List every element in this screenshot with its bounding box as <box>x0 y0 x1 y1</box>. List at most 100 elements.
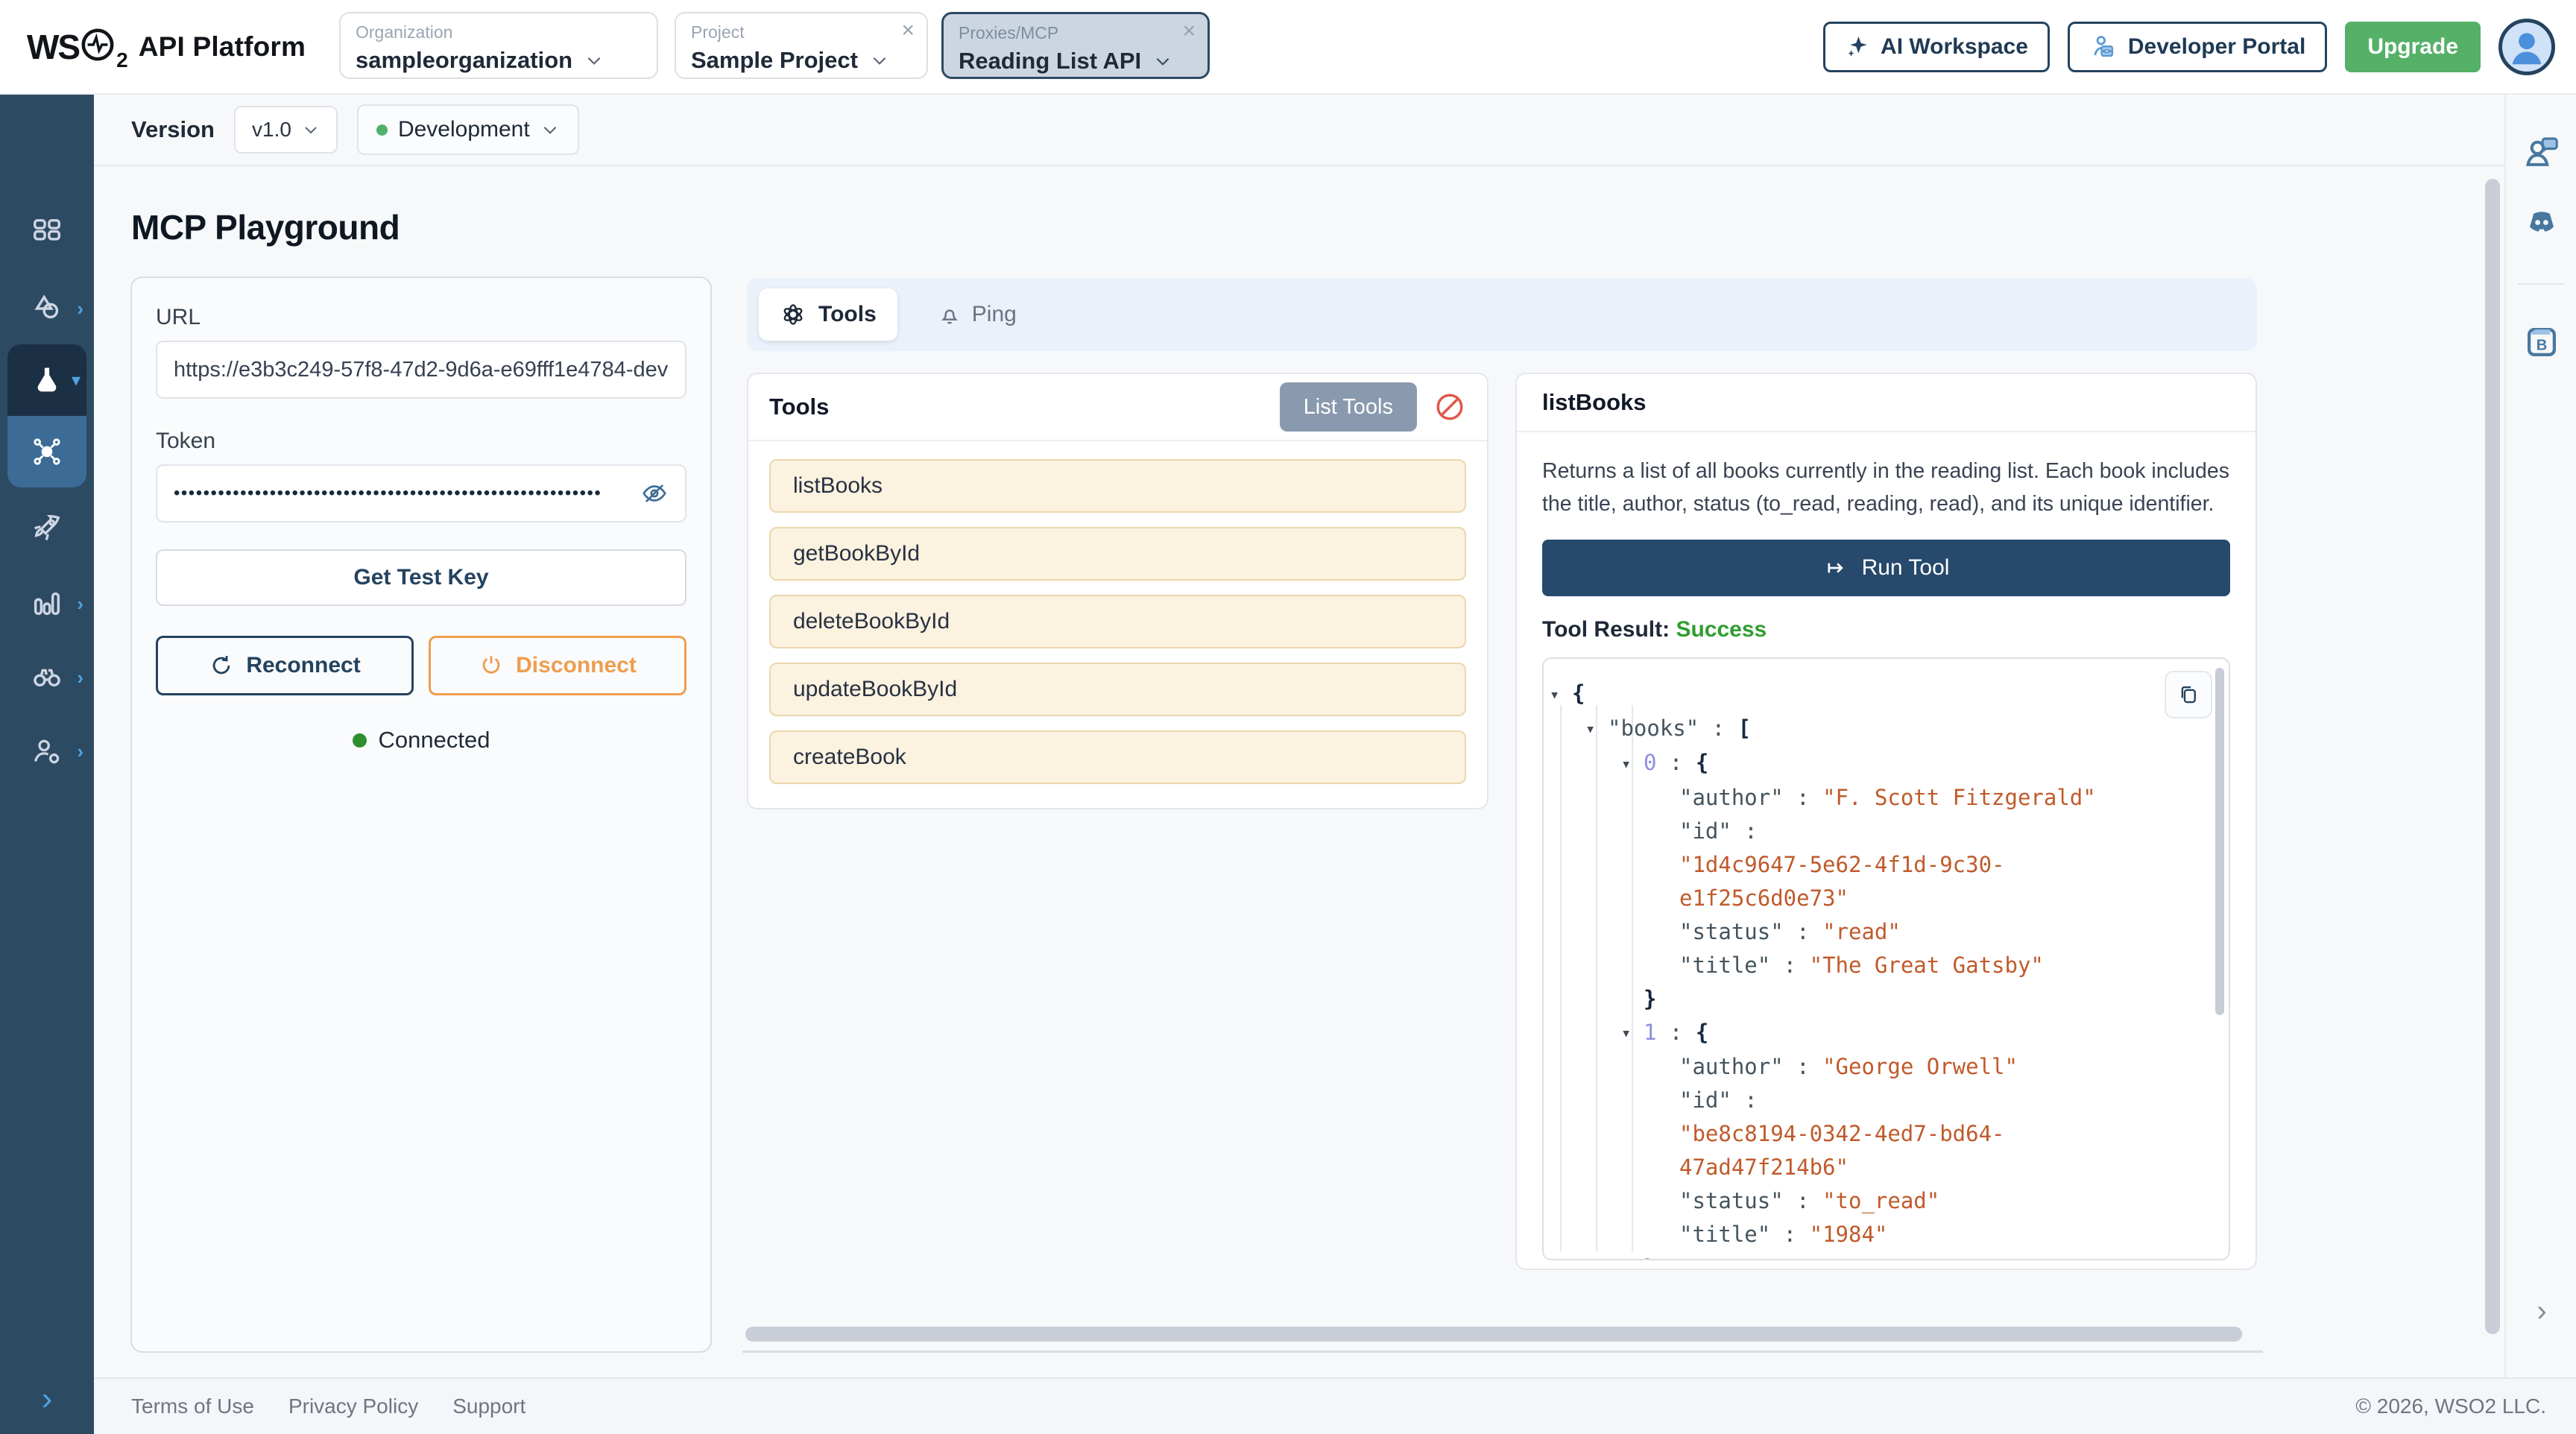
user-icon <box>2504 24 2550 70</box>
wso2-logo: WS 2 API Platform <box>27 0 306 93</box>
user-settings-icon <box>30 734 64 768</box>
sidebar-group-test: ▾ <box>7 344 86 487</box>
docs-b-icon: B <box>2522 322 2562 362</box>
feedback-button[interactable] <box>2506 132 2576 172</box>
disconnect-button[interactable]: Disconnect <box>429 636 686 695</box>
collapse-toggle-icon[interactable]: ▾ <box>1621 1017 1644 1050</box>
discord-button[interactable] <box>2506 203 2576 243</box>
chevron-right-icon: › <box>77 740 83 763</box>
environment-select[interactable]: Development <box>357 104 579 155</box>
sidebar-item-dashboard[interactable] <box>0 214 94 251</box>
project-label: Project <box>691 22 912 42</box>
clear-project-icon[interactable]: × <box>901 19 915 42</box>
chevron-down-icon: ▾ <box>72 370 80 391</box>
tools-knot-icon <box>780 301 806 328</box>
organization-value: sampleorganization <box>356 47 572 74</box>
tool-detail-title: listBooks <box>1517 374 2255 432</box>
json-tree: ▾{▾"books" : [▾0 : {"author" : "F. Scott… <box>1544 659 2229 1260</box>
collapse-toggle-icon[interactable]: ▾ <box>1550 678 1572 712</box>
left-sidebar: › ▾ › › › › <box>0 95 94 1434</box>
grid-icon <box>30 215 64 250</box>
sidebar-item-design[interactable]: › <box>0 290 94 327</box>
environment-value: Development <box>398 117 530 142</box>
ai-workspace-button[interactable]: AI Workspace <box>1823 22 2050 72</box>
copy-json-button[interactable] <box>2165 671 2212 718</box>
json-line: "id" : <box>1550 1084 2229 1117</box>
json-line: } <box>1550 1251 2229 1260</box>
svg-text:B: B <box>2536 337 2548 353</box>
eye-off-icon[interactable] <box>640 479 669 508</box>
list-tools-button[interactable]: List Tools <box>1280 382 1417 432</box>
json-line: ▾{ <box>1550 677 2229 712</box>
tab-tools[interactable]: Tools <box>759 288 897 341</box>
logo-product-name: API Platform <box>139 31 306 63</box>
binoculars-icon <box>30 660 64 695</box>
rail-divider <box>2518 283 2564 285</box>
proxy-label: Proxies/MCP <box>959 23 1193 43</box>
tools-panel-title: Tools <box>769 394 829 420</box>
clear-proxy-icon[interactable]: × <box>1182 20 1196 42</box>
cancel-slash-icon[interactable] <box>1433 391 1466 423</box>
tool-item[interactable]: updateBookById <box>769 663 1466 716</box>
proxy-mcp-selector[interactable]: × Proxies/MCP Reading List API <box>941 12 1210 79</box>
upgrade-button[interactable]: Upgrade <box>2345 22 2481 72</box>
json-line: e1f25c6d0e73" <box>1550 882 2229 915</box>
page-scrollbar[interactable] <box>2485 179 2500 1334</box>
docs-button[interactable]: B <box>2506 322 2576 362</box>
sidebar-item-mcp-playground[interactable] <box>7 416 86 487</box>
chevron-right-icon: › <box>77 666 83 689</box>
sidebar-item-deploy[interactable] <box>0 509 94 546</box>
page-title: MCP Playground <box>131 207 400 247</box>
token-input[interactable]: ••••••••••••••••••••••••••••••••••••••••… <box>156 464 686 522</box>
sidebar-item-test[interactable]: ▾ <box>7 344 86 416</box>
sidebar-item-discover[interactable]: › <box>0 659 94 696</box>
project-selector[interactable]: × Project Sample Project <box>675 12 928 79</box>
tool-item[interactable]: listBooks <box>769 459 1466 513</box>
json-line: "1d4c9647-5e62-4f1d-9c30- <box>1550 848 2229 882</box>
json-line: ▾1 : { <box>1550 1016 2229 1051</box>
run-arrow-icon <box>1823 555 1849 581</box>
collapse-toggle-icon[interactable]: ▾ <box>1585 713 1608 746</box>
organization-selector[interactable]: Organization sampleorganization <box>339 12 658 79</box>
footer: Terms of Use Privacy Policy Support © 20… <box>94 1377 2576 1434</box>
get-test-key-label: Get Test Key <box>353 565 488 590</box>
get-test-key-button[interactable]: Get Test Key <box>156 549 686 606</box>
url-input[interactable]: https://e3b3c249-57f8-47d2-9d6a-e69fff1e… <box>156 341 686 399</box>
run-tool-button[interactable]: Run Tool <box>1542 540 2230 596</box>
user-avatar[interactable] <box>2498 19 2555 75</box>
tool-item[interactable]: getBookById <box>769 527 1466 581</box>
disconnect-label: Disconnect <box>516 653 637 678</box>
footer-link-terms[interactable]: Terms of Use <box>131 1394 254 1418</box>
footer-link-support[interactable]: Support <box>452 1394 525 1418</box>
logo-pulse-icon <box>80 28 115 66</box>
tool-result-row: Tool Result: Success <box>1542 617 2230 642</box>
chevron-down-icon <box>540 120 560 139</box>
organization-label: Organization <box>356 22 642 42</box>
footer-link-privacy[interactable]: Privacy Policy <box>288 1394 418 1418</box>
horizontal-scrollbar[interactable] <box>745 1327 2242 1342</box>
proxy-value: Reading List API <box>959 48 1141 75</box>
top-bar: WS 2 API Platform Organization sampleorg… <box>0 0 2576 95</box>
json-line: } <box>1550 982 2229 1016</box>
connected-status-dot <box>353 733 367 748</box>
tool-item[interactable]: createBook <box>769 730 1466 784</box>
developer-portal-label: Developer Portal <box>2128 34 2305 60</box>
version-select[interactable]: v1.0 <box>234 106 338 154</box>
connection-panel: URL https://e3b3c249-57f8-47d2-9d6a-e69f… <box>130 277 712 1353</box>
json-line: ▾0 : { <box>1550 746 2229 781</box>
tools-panel: Tools List Tools listBooks getBookById del… <box>747 373 1489 809</box>
tab-ping[interactable]: Ping <box>930 302 1024 327</box>
reconnect-button[interactable]: Reconnect <box>156 636 414 695</box>
sidebar-item-admin[interactable]: › <box>0 733 94 770</box>
logo-subscript: 2 <box>116 48 128 72</box>
sidebar-expand-button[interactable]: › <box>0 1380 94 1418</box>
json-line: "be8c8194-0342-4ed7-bd64- <box>1550 1117 2229 1151</box>
tool-item[interactable]: deleteBookById <box>769 595 1466 648</box>
project-value: Sample Project <box>691 47 858 74</box>
developer-portal-button[interactable]: <> Developer Portal <box>2068 22 2327 72</box>
sidebar-item-observe[interactable]: › <box>0 585 94 622</box>
rail-collapse-button[interactable]: › <box>2506 1295 2576 1328</box>
json-line: "author" : "F. Scott Fitzgerald" <box>1550 781 2229 815</box>
json-scrollbar[interactable] <box>2215 668 2224 1015</box>
collapse-toggle-icon[interactable]: ▾ <box>1621 748 1644 781</box>
